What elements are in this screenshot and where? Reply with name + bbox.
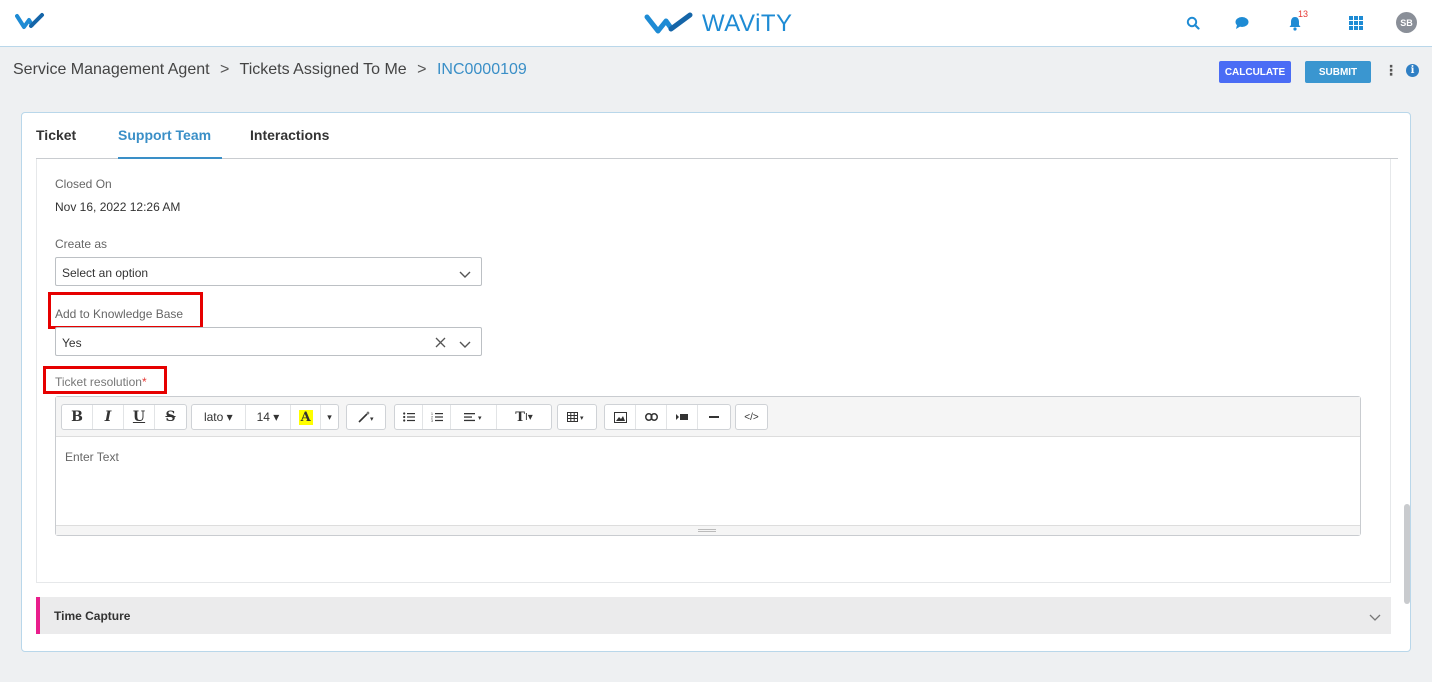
align-dropdown[interactable]: ▾ — [451, 405, 497, 429]
info-icon[interactable]: i — [1406, 64, 1419, 77]
closed-on-label: Closed On — [55, 177, 112, 191]
magic-wand-icon[interactable]: ▾ — [347, 405, 385, 429]
tab-interactions[interactable]: Interactions — [250, 127, 329, 143]
create-as-value: Select an option — [62, 266, 149, 280]
strikethrough-button[interactable]: S — [155, 405, 186, 429]
resize-grip-icon — [698, 529, 716, 532]
chevron-down-icon[interactable] — [1369, 609, 1381, 627]
table-group: ▾ — [557, 404, 597, 430]
ticket-resolution-label: Ticket resolution* — [55, 375, 147, 389]
link-icon[interactable] — [636, 405, 667, 429]
paragraph-group: 123 ▾ T I▾ — [394, 404, 552, 430]
chevron-down-icon[interactable] — [459, 336, 471, 354]
tab-bar: Ticket Support Team Interactions — [36, 113, 1398, 159]
highlight-color-button[interactable]: A — [291, 405, 322, 429]
create-as-select[interactable]: Select an option — [55, 257, 482, 286]
submit-button[interactable]: SUBMIT — [1305, 61, 1371, 83]
highlight-color-dropdown[interactable]: ▾ — [321, 405, 338, 429]
tab-ticket[interactable]: Ticket — [36, 127, 76, 143]
closed-on-value: Nov 16, 2022 12:26 AM — [55, 200, 181, 214]
user-avatar[interactable]: SB — [1396, 12, 1417, 33]
page-scrollbar[interactable] — [1404, 504, 1410, 604]
video-icon[interactable] — [667, 405, 698, 429]
tab-support-team[interactable]: Support Team — [118, 127, 211, 143]
apps-grid-icon[interactable] — [1343, 11, 1369, 35]
font-style-group: B I U S — [61, 404, 187, 430]
breadcrumb-item-tickets-assigned[interactable]: Tickets Assigned To Me — [240, 61, 407, 78]
svg-text:▾: ▾ — [478, 415, 482, 422]
horizontal-rule-icon[interactable] — [698, 405, 729, 429]
chevron-down-icon[interactable] — [459, 266, 471, 284]
font-size-dropdown[interactable]: 14 ▾ — [246, 405, 292, 429]
resolution-text-area[interactable]: Enter Text — [56, 438, 1360, 526]
code-group: </> — [735, 404, 768, 430]
code-view-button[interactable]: </> — [736, 405, 767, 429]
insert-group — [604, 404, 731, 430]
italic-button[interactable]: I — [93, 405, 124, 429]
editor-resize-handle[interactable] — [56, 525, 1360, 535]
bullet-list-icon[interactable] — [395, 405, 423, 429]
resolution-placeholder: Enter Text — [65, 450, 119, 464]
numbered-list-icon[interactable]: 123 — [423, 405, 451, 429]
breadcrumb-item-service-management[interactable]: Service Management Agent — [13, 61, 210, 78]
breadcrumb-separator: > — [220, 61, 230, 78]
bell-icon[interactable]: 13 — [1282, 9, 1309, 35]
calculate-button[interactable]: CALCULATE — [1219, 61, 1291, 83]
chat-icon[interactable] — [1229, 11, 1255, 35]
breadcrumb-separator: > — [417, 61, 427, 78]
add-to-kb-label: Add to Knowledge Base — [55, 307, 184, 321]
clear-icon[interactable] — [435, 335, 446, 353]
editor-toolbar: B I U S lato ▾ 14 ▾ A ▾ ▾ 1 2 3 ▾ T I▾ ▾… — [56, 397, 1360, 437]
font-group: lato ▾ 14 ▾ A ▾ — [191, 404, 339, 430]
breadcrumb: Service Management Agent > Tickets Assig… — [13, 61, 527, 79]
breadcrumb-current-ticket: INC0000109 — [436, 61, 527, 78]
table-icon[interactable]: ▾ — [558, 405, 596, 429]
svg-text:3: 3 — [431, 419, 433, 422]
bold-button[interactable]: B — [62, 405, 93, 429]
more-options-icon[interactable]: ⋮ — [1384, 62, 1398, 79]
search-icon[interactable] — [1180, 11, 1206, 35]
add-to-kb-select[interactable]: Yes — [55, 327, 482, 356]
underline-button[interactable]: U — [124, 405, 155, 429]
notification-count: 13 — [1298, 9, 1309, 19]
font-family-dropdown[interactable]: lato ▾ — [192, 405, 246, 429]
style-group: ▾ — [346, 404, 386, 430]
text-style-dropdown[interactable]: T I▾ — [497, 405, 551, 429]
support-team-panel: Closed On Nov 16, 2022 12:26 AM Create a… — [36, 159, 1391, 583]
add-to-kb-value: Yes — [62, 336, 82, 350]
ticket-resolution-editor: B I U S lato ▾ 14 ▾ A ▾ ▾ 1 2 3 ▾ T I▾ ▾… — [55, 396, 1361, 536]
time-capture-section[interactable]: Time Capture — [36, 597, 1391, 634]
image-icon[interactable] — [605, 405, 636, 429]
top-bar: WAViTY 13 SB — [0, 0, 1432, 47]
time-capture-title: Time Capture — [54, 609, 131, 623]
create-as-label: Create as — [55, 237, 108, 251]
ticket-card: Ticket Support Team Interactions Closed … — [21, 112, 1411, 652]
svg-text:▾: ▾ — [580, 415, 584, 422]
svg-text:▾: ▾ — [370, 416, 374, 423]
